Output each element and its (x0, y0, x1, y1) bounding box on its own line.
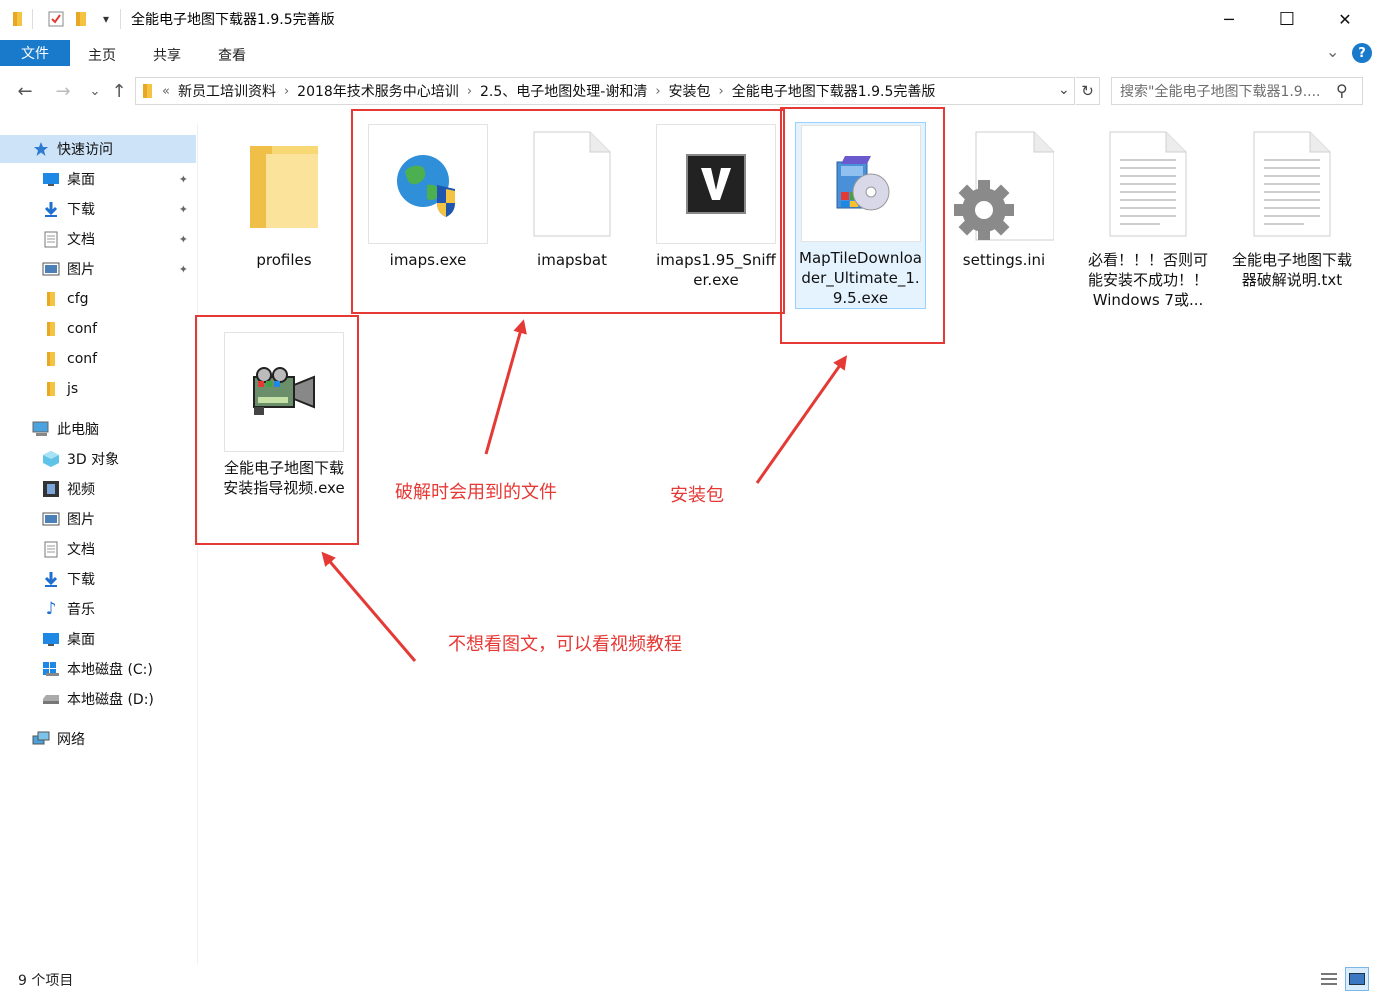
annotation-video: 不想看图文，可以看视频教程 (448, 634, 682, 655)
annotation-crack-files: 破解时会用到的文件 (395, 482, 557, 503)
large-icons-view-button[interactable] (1345, 967, 1369, 991)
item-count: 9 个项目 (18, 973, 74, 989)
details-view-button[interactable] (1319, 969, 1339, 989)
annotation-installer: 安装包 (670, 485, 724, 506)
arrow-to-crack-files (484, 319, 527, 455)
arrow-to-installer (755, 355, 848, 484)
status-bar: 9 个项目 (0, 964, 1376, 995)
arrow-to-video (321, 551, 417, 662)
